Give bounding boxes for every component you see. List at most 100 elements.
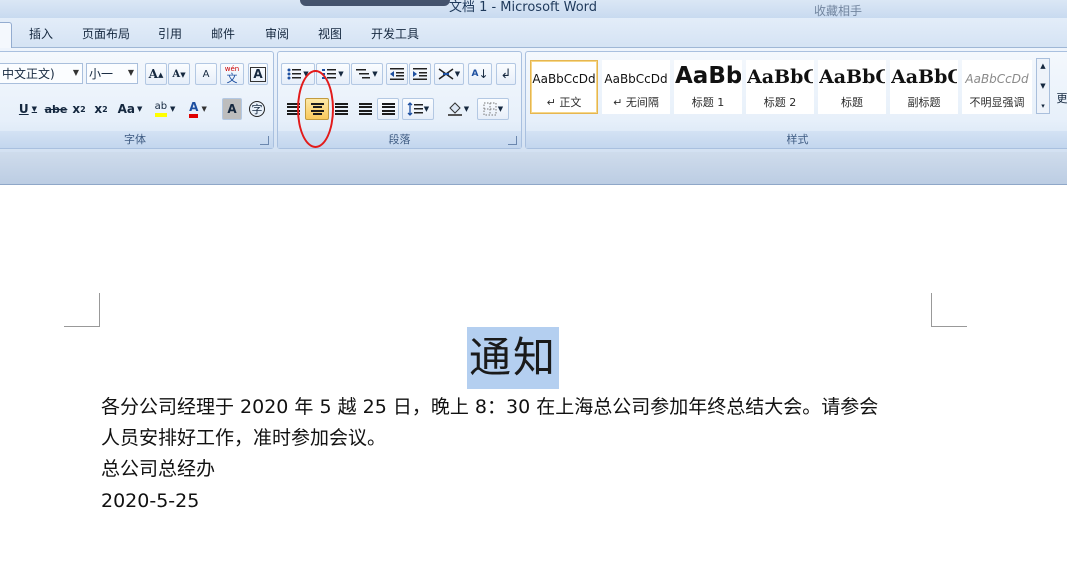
font-size-combo[interactable]: 小一 ▼	[86, 63, 138, 84]
multilevel-list-icon	[356, 69, 371, 79]
show-marks-button[interactable]: ↲	[496, 63, 516, 85]
shrink-font-button[interactable]: A ▼	[168, 63, 190, 85]
style-name: 副标题	[907, 96, 941, 109]
style-normal[interactable]: AaBbCcDd ↵ 正文	[530, 60, 598, 114]
line-spacing-icon	[407, 102, 423, 116]
style-no-spacing[interactable]: AaBbCcDd ↵ 无间隔	[602, 60, 670, 114]
increase-indent-icon	[413, 68, 427, 80]
document-heading[interactable]: 通知	[467, 327, 560, 389]
strikethrough-icon: abe	[44, 102, 68, 116]
font-color-button[interactable]: A ▼	[183, 98, 213, 120]
red-annotation-ellipse	[297, 70, 334, 148]
font-color-icon: A	[189, 100, 199, 118]
highlight-color-button[interactable]: ab ▼	[149, 98, 181, 120]
ribbon: 中文正文) ▼ 小一 ▼ A ▲ A ▼ A wén 文 A U ▼ abe x…	[0, 48, 1067, 152]
font-name-combo[interactable]: 中文正文) ▼	[0, 63, 83, 84]
justify-button[interactable]	[354, 98, 376, 120]
style-name: ↵ 正文	[546, 96, 582, 109]
underline-icon: U	[18, 102, 29, 116]
style-sample: AaBbC	[819, 66, 885, 88]
bullets-icon	[287, 68, 302, 80]
strikethrough-button[interactable]: abe	[44, 98, 68, 120]
dialog-launcher-icon[interactable]	[260, 136, 269, 145]
style-sample: AaBb	[675, 63, 741, 89]
document-line-2[interactable]: 人员安排好工作，准时参加会议。	[101, 427, 386, 449]
char-shading-button[interactable]: A	[222, 98, 242, 120]
style-name: ↵ 无间隔	[613, 96, 659, 109]
char-border-button[interactable]: A	[248, 63, 268, 85]
enclose-chars-icon: 字	[249, 101, 265, 117]
chevron-down-icon[interactable]: ▼	[73, 68, 79, 77]
dialog-launcher-icon[interactable]	[508, 136, 517, 145]
window-title: 文档 1 - Microsoft Word	[448, 0, 598, 15]
underline-button[interactable]: U ▼	[13, 98, 43, 120]
char-border-icon: A	[250, 66, 266, 82]
tab-references[interactable]: 引用	[158, 25, 182, 42]
style-heading-1[interactable]: AaBb 标题 1	[674, 60, 742, 114]
title-bar-right-text: 收藏相手	[814, 4, 863, 18]
document-page[interactable]: 通知 各分公司经理于 2020 年 5 越 25 日，晚上 8：30 在上海总公…	[0, 185, 1067, 578]
more-styles-icon[interactable]: ▾	[1041, 102, 1045, 110]
char-shading-icon: A	[227, 102, 237, 116]
grow-font-button[interactable]: A ▲	[145, 63, 167, 85]
change-styles-label: 更	[1056, 92, 1067, 105]
styles-scroll[interactable]: ▲ ▼ ▾	[1036, 58, 1050, 114]
borders-button[interactable]: ▼	[477, 98, 509, 120]
scroll-down-icon[interactable]: ▼	[1040, 82, 1045, 90]
tab-review[interactable]: 审阅	[265, 25, 289, 42]
document-line-1[interactable]: 各分公司经理于 2020 年 5 越 25 日，晚上 8：30 在上海总公司参加…	[101, 396, 878, 418]
align-right-icon	[334, 103, 348, 115]
font-group: 中文正文) ▼ 小一 ▼ A ▲ A ▼ A wén 文 A U ▼ abe x…	[0, 51, 274, 149]
clear-format-button[interactable]: A	[195, 63, 217, 85]
clear-format-icon: A	[202, 68, 210, 80]
tab-view[interactable]: 视图	[318, 25, 342, 42]
increase-indent-button[interactable]	[409, 63, 431, 85]
chinese-layout-button[interactable]: ▼	[434, 63, 464, 85]
phonetic-guide-button[interactable]: wén 文	[220, 63, 244, 85]
style-title[interactable]: AaBbC 标题	[818, 60, 886, 114]
style-name: 标题 2	[763, 96, 797, 109]
enclose-chars-button[interactable]: 字	[246, 98, 268, 120]
distributed-button[interactable]	[377, 98, 399, 120]
style-name: 标题 1	[691, 96, 725, 109]
line-spacing-button[interactable]: ▼	[402, 98, 434, 120]
document-line-4[interactable]: 2020-5-25	[101, 490, 199, 512]
page-margin-corner-right	[931, 293, 967, 327]
shading-button[interactable]: ▼	[442, 98, 474, 120]
ribbon-tab-row: 插入 页面布局 引用 邮件 审阅 视图 开发工具	[0, 18, 1067, 49]
tab-page-layout[interactable]: 页面布局	[82, 25, 130, 42]
style-heading-2[interactable]: AaBbC 标题 2	[746, 60, 814, 114]
tab-home[interactable]	[0, 22, 12, 49]
styles-group: AaBbCcDd ↵ 正文 AaBbCcDd ↵ 无间隔 AaBb 标题 1 A…	[525, 51, 1067, 149]
font-group-label: 字体	[0, 131, 273, 148]
style-name: 不明显强调	[969, 96, 1025, 109]
tab-developer[interactable]: 开发工具	[371, 25, 419, 42]
style-subtle-emphasis[interactable]: AaBbCcDd 不明显强调	[962, 60, 1032, 114]
decrease-indent-button[interactable]	[386, 63, 408, 85]
shrink-font-icon: A	[172, 68, 181, 80]
sort-button[interactable]: A ↓	[468, 63, 492, 85]
paint-bucket-icon	[447, 102, 462, 116]
scroll-up-icon[interactable]: ▲	[1040, 62, 1045, 70]
style-subtitle[interactable]: AaBbC 副标题	[890, 60, 958, 114]
change-styles-button[interactable]: 更	[1054, 90, 1067, 106]
sort-icon: A	[471, 68, 479, 79]
styles-group-label: 样式	[526, 131, 1067, 148]
font-size-value: 小一	[89, 67, 114, 81]
style-sample: AaBbC	[891, 66, 957, 88]
superscript-button[interactable]: x2	[91, 98, 111, 120]
phonetic-char: 文	[226, 72, 238, 85]
multilevel-list-button[interactable]: ▼	[351, 63, 383, 85]
chevron-down-icon[interactable]: ▼	[128, 68, 134, 77]
tab-insert[interactable]: 插入	[29, 25, 53, 42]
style-sample: AaBbCcDd	[532, 72, 596, 86]
subscript-button[interactable]: x2	[69, 98, 89, 120]
document-line-3[interactable]: 总公司总经办	[101, 458, 215, 480]
borders-icon	[483, 102, 497, 116]
page-margin-corner-left	[64, 293, 100, 327]
change-case-button[interactable]: Aa ▼	[115, 98, 145, 120]
grow-font-icon: A	[148, 67, 158, 81]
highlighter-icon: ab	[154, 101, 168, 117]
tab-mailings[interactable]: 邮件	[211, 25, 235, 42]
style-name: 标题	[841, 96, 863, 109]
